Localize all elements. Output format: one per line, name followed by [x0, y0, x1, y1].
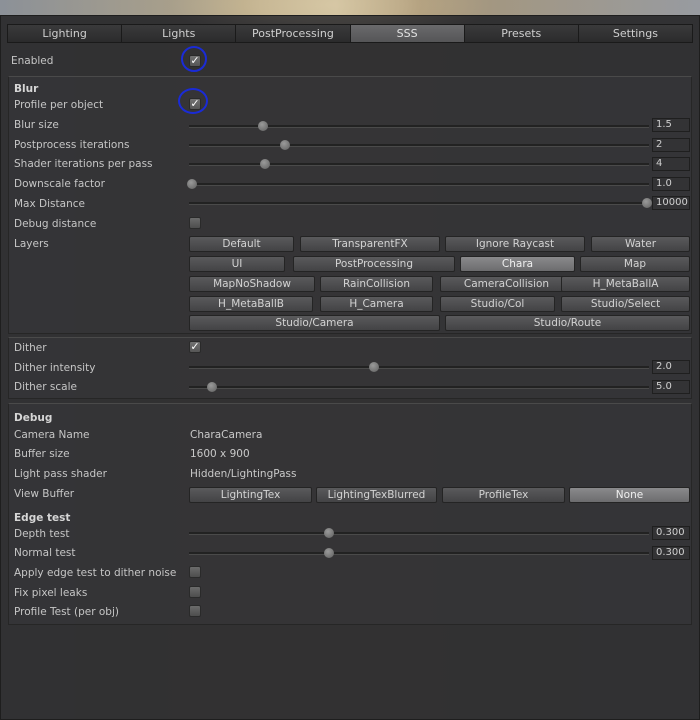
dither-checkbox[interactable]: ✓ [189, 341, 201, 353]
blur-size-slider[interactable] [189, 120, 649, 132]
layer-button-ui[interactable]: UI [189, 256, 285, 272]
normal-test-label: Normal test [14, 547, 76, 559]
blur-size-label: Blur size [14, 119, 59, 131]
layer-button-transparentfx[interactable]: TransparentFX [300, 236, 440, 252]
postprocess-iterations-field[interactable]: 2 [652, 138, 690, 152]
fix-pixel-leaks-label: Fix pixel leaks [14, 587, 88, 599]
tab-lighting[interactable]: Lighting [8, 25, 123, 42]
tab-presets[interactable]: Presets [464, 25, 579, 42]
buffer-size-label: Buffer size [14, 448, 70, 460]
slider-thumb[interactable] [642, 198, 652, 208]
layer-button-raincollision[interactable]: RainCollision [320, 276, 433, 292]
light-pass-shader-label: Light pass shader [14, 468, 107, 480]
downscale-factor-field[interactable]: 1.0 [652, 177, 690, 191]
slider-thumb[interactable] [207, 382, 218, 392]
debug-distance-label: Debug distance [14, 218, 97, 230]
slider-thumb[interactable] [369, 362, 379, 372]
downscale-factor-label: Downscale factor [14, 178, 105, 190]
dither-scale-label: Dither scale [14, 381, 77, 393]
max-distance-field[interactable]: 10000 [652, 196, 690, 210]
layer-button-h-metaballa[interactable]: H_MetaBallA [561, 276, 690, 292]
layer-button-h-metaballb[interactable]: H_MetaBallB [189, 296, 313, 312]
downscale-factor-slider[interactable] [187, 178, 649, 190]
depth-test-field[interactable]: 0.300 [652, 526, 690, 540]
debug-distance-checkbox[interactable] [189, 217, 201, 229]
postprocess-iterations-label: Postprocess iterations [14, 139, 130, 151]
blur-heading: Blur [14, 83, 39, 95]
postprocess-iterations-slider[interactable] [189, 139, 649, 151]
max-distance-label: Max Distance [14, 198, 85, 210]
edge-test-heading: Edge test [14, 512, 71, 524]
view-buffer-none[interactable]: None [569, 487, 690, 503]
layer-button-studio-col[interactable]: Studio/Col [440, 296, 555, 312]
slider-thumb[interactable] [323, 548, 334, 558]
shader-iterations-slider[interactable] [189, 158, 649, 170]
slider-thumb[interactable] [323, 528, 334, 538]
layer-button-water[interactable]: Water [591, 236, 690, 252]
slider-thumb[interactable] [257, 121, 268, 131]
dither-intensity-slider[interactable] [189, 361, 649, 373]
dither-scale-field[interactable]: 5.0 [652, 380, 690, 394]
profile-test-label: Profile Test (per obj) [14, 606, 119, 618]
layer-button-studio-camera[interactable]: Studio/Camera [189, 315, 440, 331]
dither-scale-slider[interactable] [189, 381, 649, 393]
dither-intensity-label: Dither intensity [14, 362, 96, 374]
layer-button-map[interactable]: Map [580, 256, 690, 272]
debug-heading: Debug [14, 412, 53, 424]
normal-test-slider[interactable] [189, 547, 649, 559]
enabled-checkbox[interactable]: ✓ [189, 55, 201, 67]
layer-button-studio-select[interactable]: Studio/Select [561, 296, 690, 312]
view-buffer-lightingtexblurred[interactable]: LightingTexBlurred [316, 487, 437, 503]
layer-button-studio-route[interactable]: Studio/Route [445, 315, 690, 331]
camera-name-label: Camera Name [14, 429, 90, 441]
layer-button-chara[interactable]: Chara [460, 256, 575, 272]
tab-lights[interactable]: Lights [122, 25, 237, 42]
shader-iterations-field[interactable]: 4 [652, 157, 690, 171]
blur-size-field[interactable]: 1.5 [652, 118, 690, 132]
max-distance-slider[interactable] [189, 197, 652, 209]
dither-intensity-field[interactable]: 2.0 [652, 360, 690, 374]
profile-per-object-checkbox[interactable]: ✓ [189, 98, 201, 110]
depth-test-slider[interactable] [189, 527, 649, 539]
layer-button-h-camera[interactable]: H_Camera [320, 296, 433, 312]
scene-background-top [0, 0, 700, 16]
view-buffer-lightingtex[interactable]: LightingTex [189, 487, 312, 503]
dither-label: Dither [14, 342, 47, 354]
tab-bar: Lighting Lights PostProcessing SSS Presets Se… [7, 24, 693, 43]
view-buffer-profiletex[interactable]: ProfileTex [442, 487, 565, 503]
tab-postprocessing[interactable]: PostProcessing [236, 25, 351, 42]
enabled-label: Enabled [11, 55, 54, 67]
tab-settings[interactable]: Settings [578, 25, 693, 42]
apply-edge-dither-label: Apply edge test to dither noise [14, 567, 177, 579]
fix-pixel-leaks-checkbox[interactable] [189, 586, 201, 598]
layer-button-mapnoshadow[interactable]: MapNoShadow [189, 276, 315, 292]
layer-button-cameracollision[interactable]: CameraCollision [440, 276, 573, 292]
debug-section [8, 403, 692, 625]
depth-test-label: Depth test [14, 528, 70, 540]
layer-button-postprocessing[interactable]: PostProcessing [293, 256, 455, 272]
camera-name-value: CharaCamera [190, 429, 263, 441]
view-buffer-label: View Buffer [14, 488, 75, 500]
tab-sss[interactable]: SSS [350, 25, 465, 42]
slider-thumb[interactable] [187, 179, 197, 189]
apply-edge-dither-checkbox[interactable] [189, 566, 201, 578]
layer-button-ignore-raycast[interactable]: Ignore Raycast [445, 236, 585, 252]
buffer-size-value: 1600 x 900 [190, 448, 250, 460]
layer-button-default[interactable]: Default [189, 236, 294, 252]
profile-per-object-label: Profile per object [14, 99, 104, 111]
light-pass-shader-value: Hidden/LightingPass [190, 468, 297, 480]
profile-test-checkbox[interactable] [189, 605, 201, 617]
slider-thumb[interactable] [259, 159, 270, 169]
normal-test-field[interactable]: 0.300 [652, 546, 690, 560]
slider-thumb[interactable] [280, 140, 291, 150]
layers-label: Layers [14, 238, 49, 250]
shader-iterations-label: Shader iterations per pass [14, 158, 153, 170]
